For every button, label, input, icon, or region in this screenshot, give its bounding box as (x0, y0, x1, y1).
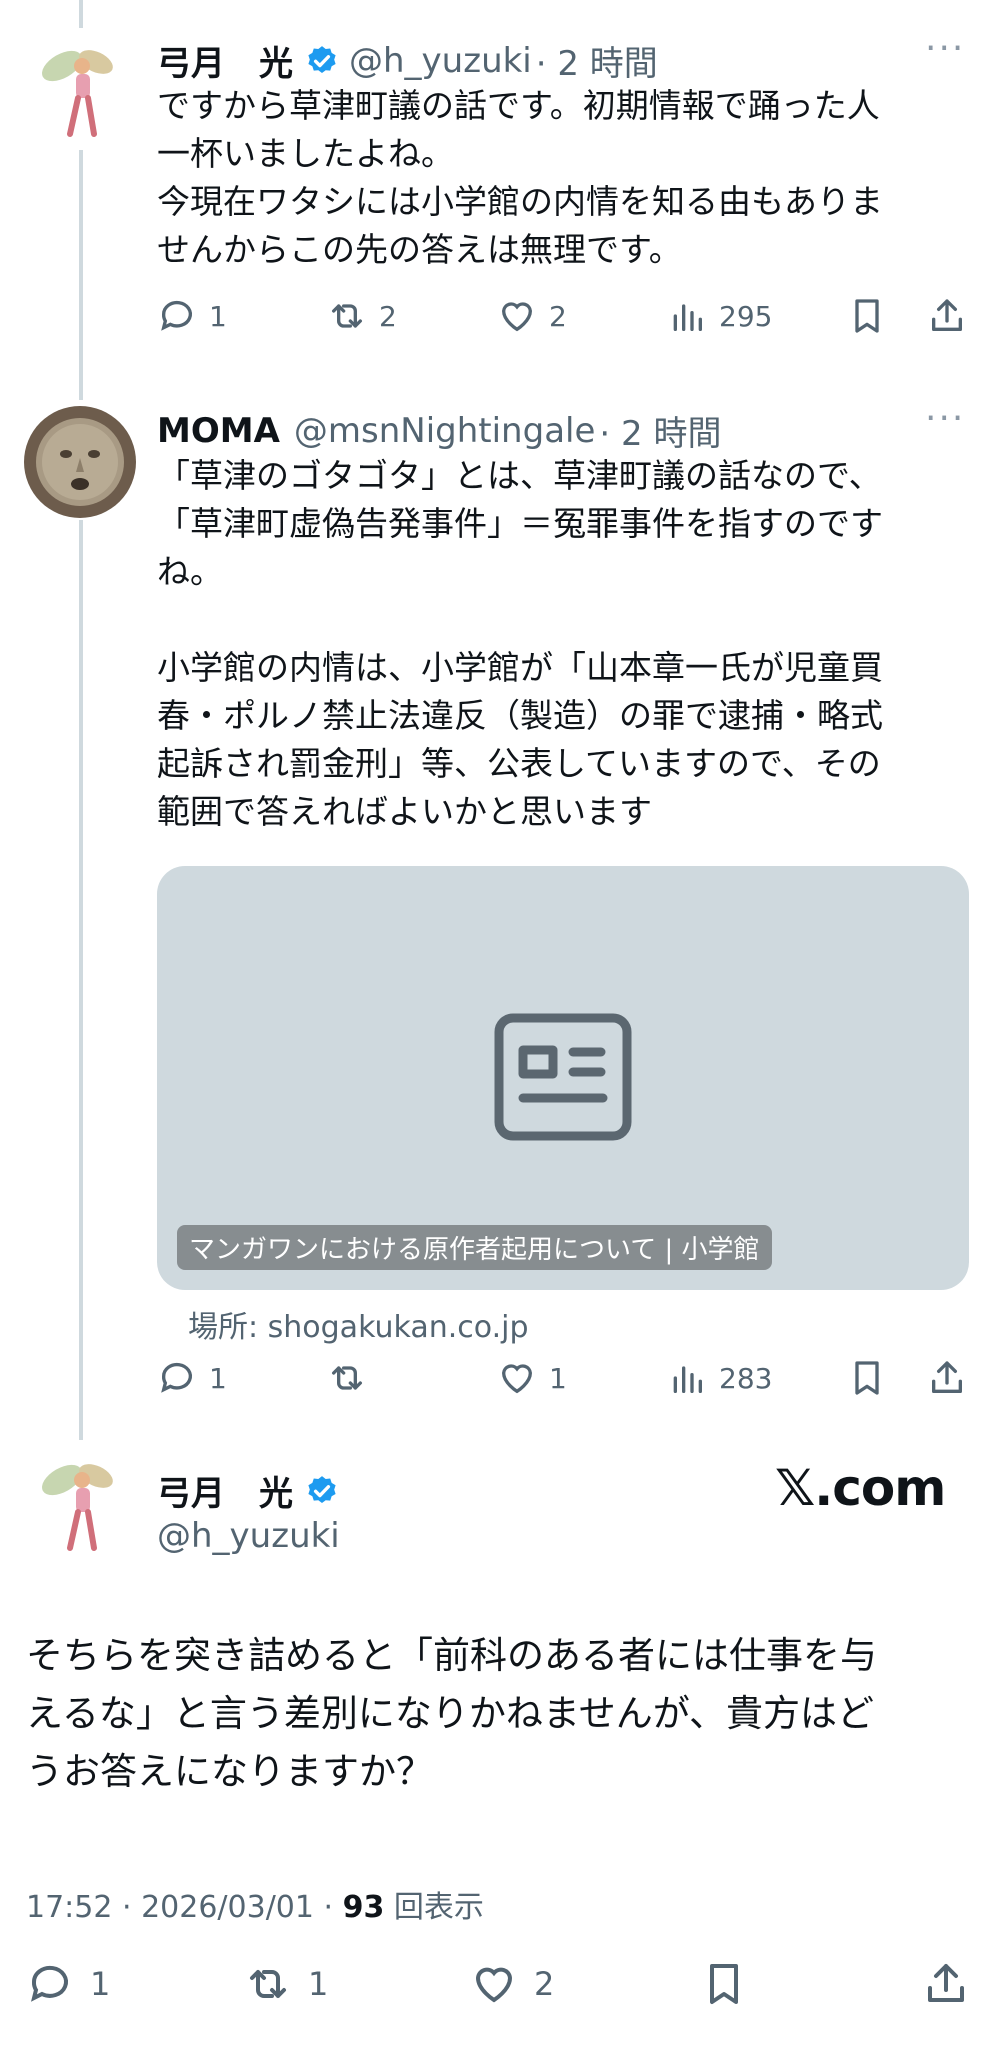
handle[interactable]: @msnNightingale (294, 411, 596, 451)
main-actions: 1 1 2 (0, 1960, 996, 2030)
share-button[interactable] (927, 296, 967, 336)
stone-face-avatar-icon (24, 406, 136, 518)
views-icon (673, 1366, 702, 1393)
display-name[interactable]: 弓月 光 (157, 36, 293, 85)
like-count: 2 (534, 1965, 555, 2003)
share-button[interactable] (922, 1960, 970, 2008)
article-icon (494, 1013, 632, 1141)
fairy-avatar-icon (24, 36, 136, 148)
main-header: 弓月 光 (157, 1466, 339, 1515)
share-icon (928, 1964, 964, 2002)
share-icon (932, 299, 962, 331)
like-icon (501, 302, 533, 332)
bookmark-icon (710, 1964, 738, 2004)
display-name[interactable]: MOMA (157, 411, 280, 451)
repost-icon (250, 1970, 286, 1998)
repost-button[interactable]: 1 (244, 1960, 328, 2008)
display-name[interactable]: 弓月 光 (157, 1466, 293, 1515)
views-count: 93 (342, 1890, 385, 1925)
tweet1-header: 弓月 光 @h_yuzuki · 2 時間 (157, 36, 658, 85)
repost-button[interactable]: 2 (327, 296, 397, 336)
like-button[interactable]: 1 (497, 1358, 567, 1398)
reply-button[interactable]: 1 (157, 1358, 227, 1398)
bookmark-icon (855, 299, 879, 333)
like-button[interactable]: 2 (497, 296, 567, 336)
repost-count: 1 (308, 1965, 329, 2003)
fairy-avatar-icon (24, 1450, 136, 1562)
thread-line-1 (79, 150, 83, 400)
reply-icon (161, 1362, 192, 1393)
tweet2-header: MOMA @msnNightingale · 2 時間 (157, 406, 721, 455)
timestamp[interactable]: 17:52 · 2026/03/01 · (26, 1890, 343, 1925)
like-button[interactable]: 2 (470, 1960, 554, 2008)
tweet1-text: ですから草津町議の話です。初期情報で踊った人 一杯いましたよね。 今現在ワタシに… (157, 86, 883, 269)
views-button[interactable]: 295 (667, 296, 772, 336)
avatar[interactable] (24, 36, 136, 148)
reply-count: 1 (90, 1965, 111, 2003)
tweet2-actions: 1 1 283 (157, 1358, 967, 1414)
thread-line-top (79, 0, 83, 28)
reply-count: 1 (209, 1361, 227, 1395)
card-source[interactable]: 場所: shogakukan.co.jp (188, 1302, 529, 1346)
handle[interactable]: @h_yuzuki (349, 41, 532, 81)
reply-button[interactable]: 1 (26, 1960, 110, 2008)
views-label: 回表示 (384, 1890, 484, 1925)
views-count: 283 (719, 1361, 773, 1395)
repost-icon (332, 1366, 362, 1390)
views-button[interactable]: 283 (667, 1358, 772, 1398)
repost-button[interactable] (327, 1358, 379, 1398)
like-icon (501, 1364, 533, 1394)
bookmark-button[interactable] (847, 296, 887, 336)
avatar[interactable] (24, 406, 136, 518)
share-icon (932, 1361, 962, 1393)
like-count: 1 (549, 1361, 567, 1395)
verified-icon (305, 1474, 339, 1508)
bookmark-button[interactable] (700, 1960, 748, 2008)
timestamp[interactable]: · 2 時間 (599, 406, 721, 455)
repost-icon (332, 304, 362, 328)
timestamp[interactable]: · 2 時間 (536, 36, 658, 85)
handle[interactable]: @h_yuzuki (157, 1516, 340, 1556)
views-icon (673, 304, 702, 331)
bookmark-button[interactable] (847, 1358, 887, 1398)
link-card[interactable]: マンガワンにおける原作者起用について | 小学館 (157, 866, 969, 1290)
like-icon (475, 1967, 513, 2003)
main-tweet-text: そちらを突き詰めると「前科のある者には仕事を与 えるな」と言う差別になりかねませ… (26, 1634, 877, 1793)
repost-count: 2 (379, 299, 397, 333)
reply-icon (31, 1965, 68, 2002)
share-button[interactable] (927, 1358, 967, 1398)
main-handle-row: @h_yuzuki (157, 1516, 340, 1556)
more-icon[interactable]: ··· (925, 398, 965, 439)
tweet1-actions: 1 2 2 295 (157, 296, 967, 352)
bookmark-icon (855, 1361, 879, 1395)
reply-button[interactable]: 1 (157, 296, 227, 336)
xcom-logo: 𝕏.com (775, 1459, 946, 1517)
tweet2-text: 「草津のゴタゴタ」とは、草津町議の話なので、 「草津町虚偽告発事件」＝冤罪事件を… (157, 456, 883, 831)
reply-icon (161, 300, 192, 331)
card-title: マンガワンにおける原作者起用について | 小学館 (177, 1225, 772, 1270)
like-count: 2 (549, 299, 567, 333)
verified-icon (305, 44, 339, 78)
more-icon[interactable]: ··· (925, 28, 965, 69)
avatar[interactable] (24, 1450, 136, 1562)
tweet-meta: 17:52 · 2026/03/01 · 93 回表示 (26, 1882, 484, 1926)
reply-count: 1 (209, 299, 227, 333)
thread-line-2 (79, 520, 83, 1440)
views-count: 295 (719, 299, 773, 333)
